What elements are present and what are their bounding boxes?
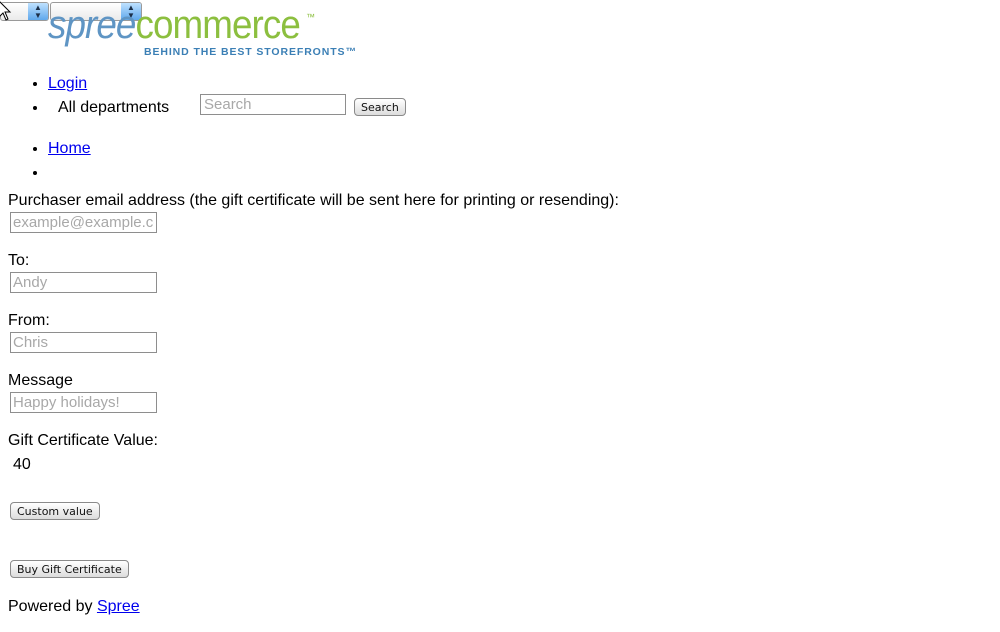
from-field[interactable]: [10, 332, 157, 353]
custom-value-button[interactable]: Custom value: [10, 502, 100, 520]
search-button[interactable]: Search: [354, 98, 406, 116]
email-field[interactable]: [10, 212, 157, 233]
message-label: Message: [8, 372, 73, 389]
footer: Powered by Spree: [8, 597, 140, 617]
page: ▲ ▼ ▲ ▼ spreecommerce ™ BEHIND THE BEST ST…: [0, 0, 1000, 632]
breadcrumb-item-home: Home: [48, 137, 948, 161]
to-field[interactable]: [10, 272, 157, 293]
from-label: From:: [8, 312, 50, 329]
cursor-icon: [0, 1, 12, 21]
department-select[interactable]: All departments: [58, 96, 169, 120]
breadcrumb-item-empty: [48, 161, 948, 185]
buy-gift-certificate-button[interactable]: Buy Gift Certificate: [10, 560, 129, 578]
select-arrows-icon: ▲ ▼: [28, 3, 48, 20]
to-label: To:: [8, 252, 30, 269]
spree-commerce-logo[interactable]: spreecommerce ™ BEHIND THE BEST STOREFRO…: [48, 2, 358, 62]
powered-by-text: Powered by: [8, 598, 93, 615]
logo-trademark: ™: [306, 12, 315, 22]
to-field-group: To:: [8, 250, 157, 293]
from-field-group: From:: [8, 310, 157, 353]
message-field[interactable]: [10, 392, 157, 413]
gift-certificate-value: 40: [13, 456, 31, 473]
home-link[interactable]: Home: [48, 140, 91, 157]
search-input[interactable]: [200, 94, 346, 115]
value-label: Gift Certificate Value:: [8, 432, 158, 449]
email-field-group: Purchaser email address (the gift certif…: [8, 190, 619, 233]
message-field-group: Message: [8, 370, 157, 413]
main-nav: Login All departments Search: [0, 72, 948, 120]
nav-item-login: Login: [48, 72, 948, 96]
spree-link[interactable]: Spree: [97, 598, 140, 615]
value-field-group: Gift Certificate Value: 40: [8, 430, 158, 478]
nav-item-search: All departments Search: [48, 94, 948, 120]
breadcrumb: Home: [0, 137, 948, 185]
logo-tagline: BEHIND THE BEST STOREFRONTS™: [144, 46, 357, 58]
login-link[interactable]: Login: [48, 75, 87, 92]
logo-wordmark: spreecommerce: [48, 3, 301, 47]
email-label: Purchaser email address (the gift certif…: [8, 192, 619, 209]
